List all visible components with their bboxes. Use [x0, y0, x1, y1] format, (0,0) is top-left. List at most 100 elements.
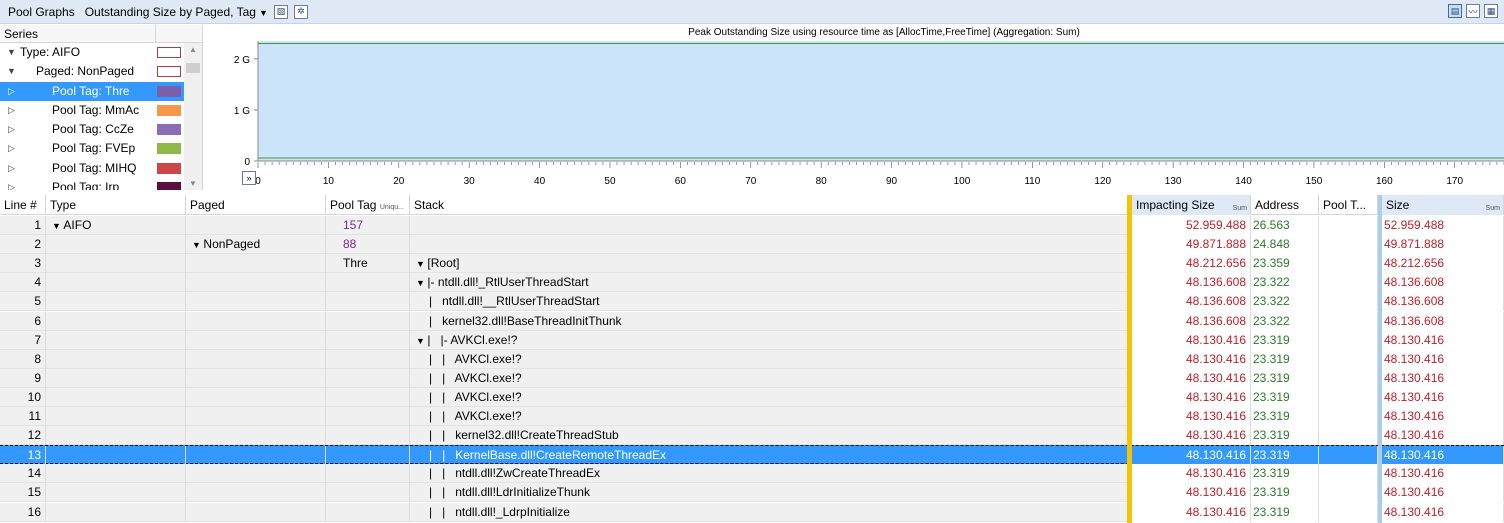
graph-columns-divider[interactable] [1127, 195, 1132, 523]
cell-stack-text: | | AVKCl.exe!? [429, 351, 522, 366]
x-tick-label: 0 [255, 176, 261, 187]
table-row[interactable]: 7 ▼ | |- AVKCl.exe!? 48.130.416 23.319 48.13… [0, 330, 1504, 350]
series-item[interactable]: ▼ Type: AIFO [0, 43, 202, 62]
series-color-swatch[interactable] [157, 104, 181, 116]
series-item-label: Pool Tag: MIHQ [52, 160, 137, 175]
table-row[interactable]: 9 | | AVKCl.exe!? 48.130.416 23.319 48.130.4… [0, 368, 1504, 388]
cell-pooltype [1319, 349, 1378, 369]
cell-size-text: 48.130.416 [1384, 485, 1445, 500]
chevron-right-icon[interactable]: ▷ [8, 178, 15, 190]
cell-address: 23.319 [1251, 407, 1319, 426]
graph-title: Pool Graphs [8, 4, 75, 19]
x-tick-label: 160 [1376, 176, 1393, 187]
scroll-down-icon[interactable]: ▼ [189, 179, 197, 188]
table-row[interactable]: 12 | | kernel32.dll!CreateThreadStub 48.13… [0, 426, 1504, 446]
col-header-address[interactable]: Address [1251, 195, 1319, 215]
chevron-right-icon[interactable]: ▷ [8, 82, 15, 101]
series-color-swatch[interactable] [157, 124, 181, 136]
cell-paged [186, 292, 326, 312]
table-row[interactable]: 5 | ntdll.dll!__RtlUserThreadStart 48.136.… [0, 292, 1504, 312]
chevron-down-icon[interactable]: ▼ [7, 43, 16, 62]
table-icon[interactable]: ▦ [1484, 4, 1498, 18]
table-row[interactable]: 2 ▼ NonPaged 88 49.871.888 24.848 49.871.888 [0, 235, 1504, 255]
table-row[interactable]: 8 | | AVKCl.exe!? 48.130.416 23.319 48.130.4… [0, 349, 1504, 369]
scroll-up-icon[interactable]: ▲ [189, 45, 197, 54]
table-row[interactable]: 4 ▼ |- ntdll.dll!_RtlUserThreadStart 48.13… [0, 273, 1504, 293]
series-item[interactable]: ▷ Pool Tag: MIHQ [0, 159, 202, 178]
cell-impacting: 48.130.416 [1132, 387, 1251, 407]
chevron-right-icon[interactable]: ▷ [8, 139, 15, 158]
series-color-swatch[interactable] [157, 182, 181, 190]
chevron-down-icon[interactable]: ▼ [416, 259, 427, 269]
col-header-impacting-label: Impacting Size [1136, 198, 1215, 212]
cell-stack-text: | | AVKCl.exe!? [429, 370, 522, 385]
col-header-line[interactable]: Line # [0, 195, 46, 215]
cell-impacting: 48.130.416 [1132, 330, 1251, 350]
series-scrollbar[interactable]: ▲ ▼ [184, 43, 202, 190]
col-header-stack[interactable]: Stack [410, 195, 1128, 215]
series-color-swatch[interactable] [157, 66, 181, 78]
chart-area[interactable]: Peak Outstanding Size using resource tim… [204, 25, 1504, 190]
x-tick-label: 30 [464, 176, 476, 187]
chevron-right-icon[interactable]: ▷ [8, 101, 15, 120]
table-row[interactable]: 10 | | AVKCl.exe!? 48.130.416 23.319 48.130.… [0, 387, 1504, 407]
series-color-swatch[interactable] [157, 162, 181, 174]
cell-paged [186, 446, 326, 466]
table-graph-icon[interactable]: ▤ [1448, 4, 1462, 18]
legend-icon[interactable]: ▧ [273, 4, 288, 19]
cell-size-text: 48.212.656 [1384, 256, 1445, 271]
cell-type-text: AIFO [63, 218, 92, 232]
series-item[interactable]: ▼ Paged: NonPaged [0, 62, 202, 81]
graph-icon[interactable]: 〰 [1466, 4, 1480, 18]
table-row[interactable]: 3 Thre ▼ [Root] 48.212.656 23.359 48.212.656 [0, 254, 1504, 274]
table-row[interactable]: 16 | | ntdll.dll!_LdrpInitialize 48.130.41… [0, 502, 1504, 522]
col-header-type[interactable]: Type [46, 195, 186, 215]
table-row[interactable]: 15 | | ntdll.dll!LdrInitializeThunk 48.130… [0, 483, 1504, 503]
chevron-right-icon[interactable]: ▷ [8, 159, 15, 178]
cell-impacting: 52.959.488 [1132, 216, 1251, 235]
cell-stack: | ntdll.dll!__RtlUserThreadStart [410, 292, 1128, 312]
series-color-swatch[interactable] [157, 143, 181, 155]
col-header-pooltype[interactable]: Pool T... [1319, 195, 1378, 215]
series-item[interactable]: ▷ Pool Tag: CcZe [0, 120, 202, 139]
series-panel: Series ▼ Type: AIFO ▼ Paged: NonPaged ▷ Pool … [0, 25, 203, 190]
table-row[interactable]: 14 | | ntdll.dll!ZwCreateThreadEx 48.130.4… [0, 464, 1504, 484]
chevron-down-icon[interactable]: ▼ [192, 240, 203, 250]
cell-impacting: 48.130.416 [1132, 426, 1251, 446]
cell-line: 7 [0, 330, 46, 350]
col-header-size[interactable]: Size Sum [1382, 195, 1504, 215]
cell-address: 26.563 [1251, 216, 1319, 235]
table-row[interactable]: 13 | | KernelBase.dll!CreateRemoteThreadE… [0, 445, 1504, 466]
cell-impacting-text: 48.130.416 [1185, 351, 1246, 366]
col-header-pooltag[interactable]: Pool Tag Uniqu... [326, 195, 410, 215]
series-item[interactable]: ▷ Pool Tag: FVEp [0, 139, 202, 158]
col-header-paged[interactable]: Paged [186, 195, 326, 215]
cell-pooltag [326, 349, 410, 369]
chevron-down-icon[interactable]: ▼ [52, 221, 63, 231]
series-item[interactable]: ▷ Pool Tag: Irp [0, 178, 202, 190]
series-item[interactable]: ▷ Pool Tag: MmAc [0, 101, 202, 120]
settings-icon[interactable]: ✲ [293, 4, 308, 19]
cell-line-text: 7 [34, 332, 41, 347]
table-row[interactable]: 6 | kernel32.dll!BaseThreadInitThunk 48.13… [0, 311, 1504, 331]
cell-impacting: 48.136.608 [1132, 292, 1251, 312]
cell-size-text: 48.130.416 [1384, 466, 1445, 481]
series-color-swatch[interactable] [157, 47, 181, 58]
table-row[interactable]: 11 | | AVKCl.exe!? 48.130.416 23.319 48.130.… [0, 407, 1504, 426]
cell-address: 23.319 [1251, 330, 1319, 350]
chevron-down-icon[interactable]: ▼ [7, 62, 16, 81]
view-preset-dropdown[interactable]: Outstanding Size by Paged, Tag ▼ [85, 5, 268, 19]
x-tick-label: 60 [675, 176, 687, 187]
scroll-thumb[interactable] [186, 63, 200, 73]
cell-pooltag [326, 426, 410, 446]
chevron-right-icon[interactable]: ▷ [8, 120, 15, 139]
col-header-impacting[interactable]: Impacting Size Sum [1132, 195, 1251, 215]
pivot-columns-divider[interactable] [1378, 195, 1382, 523]
chart-expand-icon[interactable]: » [242, 171, 256, 185]
chevron-down-icon[interactable]: ▼ [416, 336, 427, 346]
chevron-down-icon[interactable]: ▼ [416, 278, 427, 288]
series-item[interactable]: ▷ Pool Tag: Thre [0, 81, 202, 101]
table-row[interactable]: 1 ▼ AIFO 157 52.959.488 26.563 52.959.488 [0, 216, 1504, 235]
series-color-swatch[interactable] [157, 85, 181, 97]
cell-line-text: 8 [34, 351, 41, 366]
